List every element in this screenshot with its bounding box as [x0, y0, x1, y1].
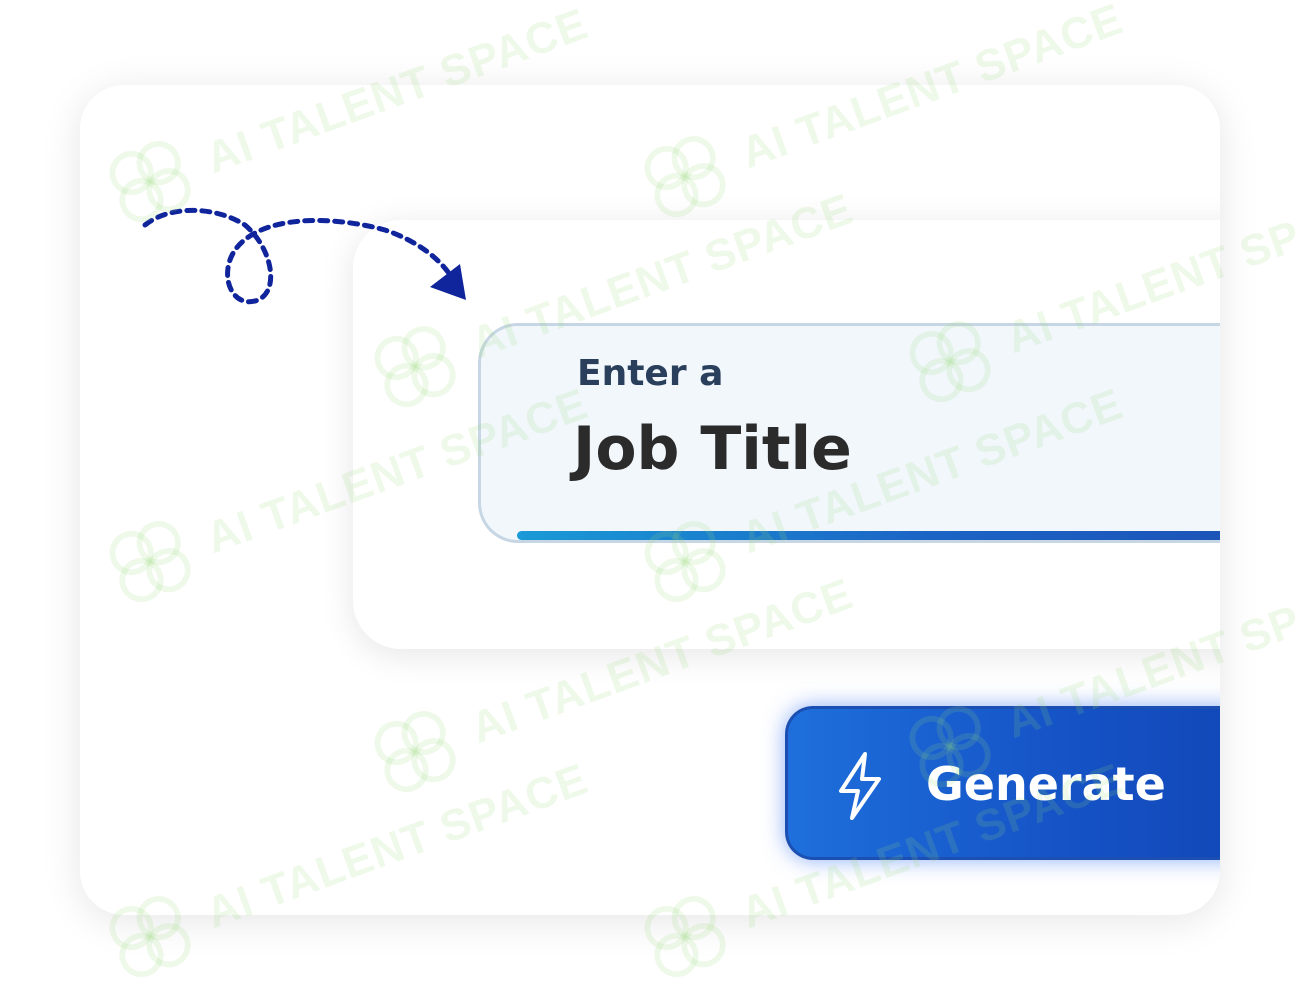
job-title-input[interactable]: Enter a Job Title: [478, 323, 1220, 543]
input-focus-underline: [517, 531, 1220, 540]
input-caption: Enter a: [577, 353, 724, 394]
outer-card: Enter a Job Title Generate: [80, 85, 1220, 915]
generate-label: Generate: [926, 757, 1166, 811]
input-value: Job Title: [573, 414, 852, 484]
lightning-bolt-icon: [839, 752, 881, 820]
generate-button[interactable]: Generate: [785, 706, 1220, 860]
job-title-card: Enter a Job Title: [353, 220, 1220, 649]
